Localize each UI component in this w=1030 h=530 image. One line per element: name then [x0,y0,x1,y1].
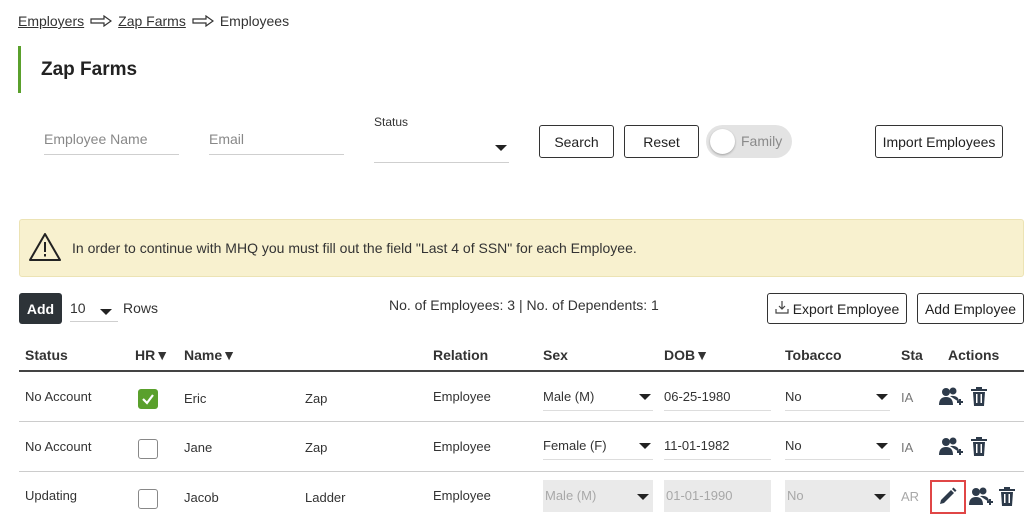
sex-select[interactable]: Female (F) [543,432,653,460]
row-status: No Account [25,389,92,404]
status-filter-label: Status [374,115,409,129]
column-header-hr[interactable]: HR▼ [135,347,169,363]
breadcrumb-employers[interactable]: Employers [18,13,84,29]
add-employee-button[interactable]: Add Employee [917,293,1024,324]
family-toggle[interactable]: Family [706,125,792,158]
arrow-right-icon [90,15,113,27]
email-field[interactable] [209,127,344,155]
caret-down-icon [495,145,507,151]
row-relation: Employee [433,488,491,503]
breadcrumb-zap-farms[interactable]: Zap Farms [118,13,186,29]
row-state: AR [901,489,920,504]
row-divider [19,471,1024,472]
download-icon [775,300,789,317]
hr-checkbox[interactable] [138,489,158,509]
tobacco-select-value: No [785,389,802,404]
column-header-dob[interactable]: DOB▼ [664,347,709,363]
sex-select-disabled: Male (M) [543,480,653,512]
row-status: No Account [25,439,92,454]
family-toggle-label: Family [741,133,783,149]
column-header-status: Status [25,347,68,363]
sex-select-value: Male (M) [543,389,595,404]
sex-select[interactable]: Male (M) [543,383,653,411]
tobacco-select[interactable]: No [785,383,890,411]
hr-checkbox[interactable] [138,389,158,409]
trash-icon[interactable] [970,387,988,410]
caret-down-icon [874,494,886,500]
row-last-name: Zap [305,440,328,455]
row-last-name: Zap [305,391,328,406]
sex-select-value: Male (M) [545,488,597,503]
tobacco-select-value: No [785,438,802,453]
employee-name-field[interactable] [44,127,179,155]
trash-icon[interactable] [970,437,988,460]
table-header-divider [19,370,1024,372]
row-state: IA [901,390,914,405]
row-relation: Employee [433,439,491,454]
column-header-relation: Relation [433,347,489,363]
column-header-actions: Actions [948,347,1000,363]
rows-label: Rows [123,300,159,316]
export-employee-label: Export Employee [792,300,900,317]
warning-icon [28,232,62,265]
add-dependent-icon[interactable] [938,436,964,461]
caret-down-icon [100,309,112,315]
status-select[interactable] [374,133,509,163]
row-last-name: Ladder [305,490,346,505]
tobacco-select-value: No [787,488,804,503]
caret-down-icon [639,443,651,449]
row-first-name: Eric [184,391,207,406]
edit-pencil-icon[interactable] [938,486,958,509]
row-first-name: Jane [184,440,213,455]
row-divider [19,421,1024,422]
hr-checkbox[interactable] [138,439,158,459]
column-header-tobacco: Tobacco [785,347,842,363]
column-header-name[interactable]: Name▼ [184,347,236,363]
caret-down-icon [639,394,651,400]
sex-select-value: Female (F) [543,438,607,453]
title-accent-bar [18,46,21,93]
breadcrumb: Employers Zap Farms Employees [18,13,289,29]
breadcrumb-current: Employees [219,13,290,29]
checkmark-icon [142,394,154,405]
dob-input[interactable]: 11-01-1982 [664,432,771,460]
row-status: Updating [25,488,78,503]
alert-text: In order to continue with MHQ you must f… [72,240,637,256]
export-employee-button[interactable]: Export Employee [767,293,907,324]
trash-icon[interactable] [998,487,1016,510]
row-state: IA [901,440,914,455]
tobacco-select-disabled: No [785,480,890,512]
row-first-name: Jacob [184,490,219,505]
rows-per-page-select[interactable]: 10 [70,300,118,322]
add-dependent-icon[interactable] [968,486,994,511]
search-button[interactable]: Search [539,125,614,158]
caret-down-icon [876,443,888,449]
dob-input[interactable]: 06-25-1980 [664,383,771,411]
add-button[interactable]: Add [19,293,62,324]
column-header-sex: Sex [543,347,568,363]
ssn-warning-alert: In order to continue with MHQ you must f… [19,219,1024,277]
arrow-right-icon [192,15,214,27]
add-dependent-icon[interactable] [938,386,964,411]
page-title: Zap Farms [41,59,138,80]
column-header-state: Sta [901,347,923,363]
rows-per-page-value: 10 [70,300,86,316]
employee-counts: No. of Employees: 3 | No. of Dependents:… [389,297,659,313]
tobacco-select[interactable]: No [785,432,890,460]
employee-name-input[interactable] [44,127,179,147]
dob-input-disabled: 01-01-1990 [664,480,771,512]
import-employees-button[interactable]: Import Employees [875,125,1003,158]
row-relation: Employee [433,389,491,404]
toggle-knob [710,129,735,154]
caret-down-icon [876,394,888,400]
reset-button[interactable]: Reset [624,125,699,158]
caret-down-icon [637,494,649,500]
email-input[interactable] [209,127,344,147]
